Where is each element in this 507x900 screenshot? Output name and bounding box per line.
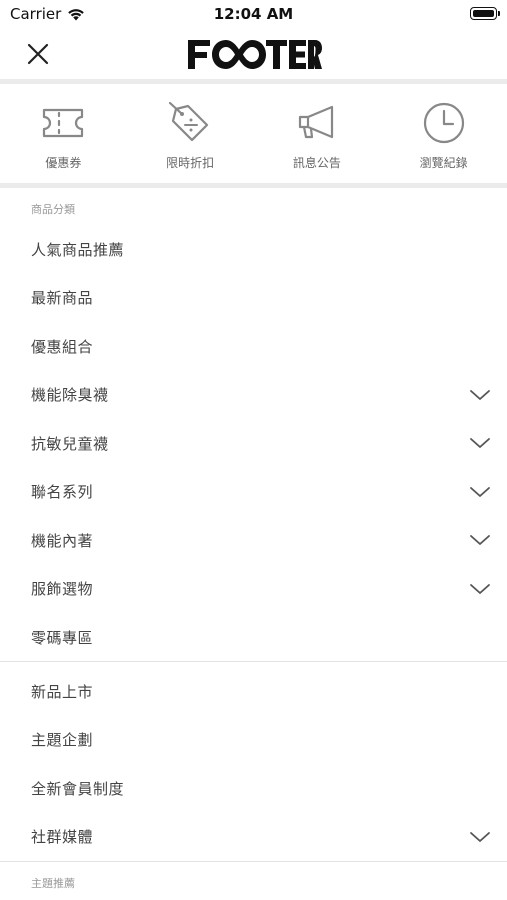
menu-item-apparel[interactable]: 服飾選物 bbox=[0, 565, 507, 614]
shortcut-bar: 優惠券 限時折扣 訊息公告 瀏覽紀錄 bbox=[0, 86, 507, 184]
menu-item-label: 抗敏兒童襪 bbox=[31, 434, 109, 453]
shortcut-label: 瀏覽紀錄 bbox=[419, 156, 468, 170]
nav-bar bbox=[0, 28, 507, 80]
battery-icon bbox=[470, 7, 500, 20]
clock-label: 12:04 AM bbox=[213, 5, 294, 23]
category-menu: 人氣商品推薦 最新商品 優惠組合 機能除臭襪 抗敏兒童襪 聯名系列 機能內著 服… bbox=[0, 225, 507, 662]
chevron-down-icon bbox=[470, 438, 490, 449]
shortcut-announcements[interactable]: 訊息公告 bbox=[254, 86, 381, 184]
menu-item-label: 最新商品 bbox=[31, 289, 94, 308]
close-button[interactable] bbox=[22, 38, 54, 70]
menu-item-features[interactable]: 主題企劃 bbox=[0, 716, 507, 765]
discount-tag-icon bbox=[169, 101, 209, 142]
category-divider bbox=[0, 661, 507, 662]
shortcut-coupons[interactable]: 優惠券 bbox=[0, 86, 127, 184]
menu-item-label: 零碼專區 bbox=[31, 628, 94, 647]
shortcut-flash-sale[interactable]: 限時折扣 bbox=[127, 86, 254, 184]
info-divider bbox=[0, 861, 507, 862]
menu-item-label: 機能內著 bbox=[31, 531, 94, 550]
clock-icon bbox=[423, 102, 464, 144]
status-bar: Carrier 12:04 AM bbox=[0, 0, 507, 28]
chevron-down-icon bbox=[470, 583, 490, 594]
ticket-icon bbox=[43, 108, 84, 138]
menu-item-label: 主題企劃 bbox=[31, 731, 94, 750]
chevron-down-icon bbox=[470, 831, 490, 842]
shortcut-label: 限時折扣 bbox=[166, 156, 215, 170]
menu-item-deodorant-socks[interactable]: 機能除臭襪 bbox=[0, 371, 507, 420]
megaphone-icon bbox=[298, 105, 333, 139]
menu-item-social-media[interactable]: 社群媒體 bbox=[0, 813, 507, 862]
header-divider bbox=[0, 79, 507, 84]
menu-item-collaborations[interactable]: 聯名系列 bbox=[0, 468, 507, 517]
menu-item-label: 新品上市 bbox=[31, 682, 94, 701]
menu-item-label: 優惠組合 bbox=[31, 337, 94, 356]
shortcut-label: 訊息公告 bbox=[292, 156, 341, 170]
menu-item-label: 社群媒體 bbox=[31, 828, 94, 847]
shortcut-divider bbox=[0, 183, 507, 188]
category-section-title: 商品分類 bbox=[31, 203, 75, 216]
menu-item-label: 服飾選物 bbox=[31, 580, 94, 599]
menu-item-new-products[interactable]: 最新商品 bbox=[0, 274, 507, 323]
menu-item-membership[interactable]: 全新會員制度 bbox=[0, 764, 507, 813]
menu-item-label: 全新會員制度 bbox=[31, 779, 125, 798]
chevron-down-icon bbox=[470, 535, 490, 546]
menu-item-clearance[interactable]: 零碼專區 bbox=[0, 613, 507, 662]
menu-item-label: 聯名系列 bbox=[31, 483, 94, 502]
info-menu: 新品上市 主題企劃 全新會員制度 社群媒體 bbox=[0, 667, 507, 861]
menu-item-underwear[interactable]: 機能內著 bbox=[0, 516, 507, 565]
menu-item-label: 人氣商品推薦 bbox=[31, 240, 125, 259]
theme-section-title: 主題推薦 bbox=[31, 877, 75, 890]
menu-item-kids-socks[interactable]: 抗敏兒童襪 bbox=[0, 419, 507, 468]
close-icon bbox=[27, 43, 49, 65]
menu-item-bundles[interactable]: 優惠組合 bbox=[0, 322, 507, 371]
menu-item-popular[interactable]: 人氣商品推薦 bbox=[0, 225, 507, 274]
shortcut-history[interactable]: 瀏覽紀錄 bbox=[380, 86, 507, 184]
shortcut-label: 優惠券 bbox=[45, 156, 82, 170]
menu-item-new-arrivals[interactable]: 新品上市 bbox=[0, 667, 507, 716]
chevron-down-icon bbox=[470, 389, 490, 400]
menu-item-label: 機能除臭襪 bbox=[31, 386, 109, 405]
chevron-down-icon bbox=[470, 486, 490, 497]
footer-logo bbox=[188, 40, 322, 69]
